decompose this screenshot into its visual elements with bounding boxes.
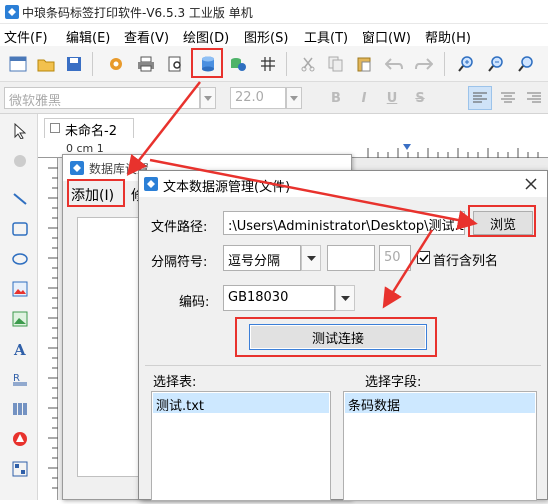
- format-toolbar: 微软雅黑 22.0 B I U S: [0, 82, 548, 114]
- table-list-item[interactable]: 测试.txt: [153, 393, 329, 414]
- rich-text-tool-icon[interactable]: R: [9, 368, 31, 390]
- app-logo-icon: [70, 161, 84, 175]
- shape-tool-icon[interactable]: [9, 428, 31, 450]
- app-logo-icon: [5, 5, 19, 19]
- bold-button[interactable]: B: [326, 88, 346, 108]
- qrcode-tool-icon[interactable]: [9, 458, 31, 480]
- window-title: 中琅条码标签打印软件-V6.5.3 工业版 单机: [22, 6, 253, 20]
- text-tool-icon[interactable]: A: [9, 338, 31, 360]
- zoom-in-icon[interactable]: [454, 52, 478, 76]
- rotate-tool-icon[interactable]: [9, 150, 31, 172]
- chevron-down-icon[interactable]: [200, 87, 216, 109]
- print-preview-icon[interactable]: [164, 52, 188, 76]
- copy-icon[interactable]: [324, 52, 348, 76]
- strikethrough-button[interactable]: S: [410, 88, 430, 108]
- menu-window[interactable]: 窗口(W): [362, 27, 411, 46]
- chevron-down-icon[interactable]: [301, 245, 321, 271]
- image-tool-icon[interactable]: [9, 278, 31, 300]
- close-icon[interactable]: [525, 178, 537, 190]
- main-toolbar: [0, 46, 548, 82]
- file-path-input[interactable]: :\Users\Administrator\Desktop\测试.txt: [223, 211, 465, 235]
- paste-icon[interactable]: [352, 52, 376, 76]
- barcode-tool-icon[interactable]: [9, 398, 31, 420]
- app-logo-icon: [144, 177, 158, 191]
- title-bar: 中琅条码标签打印软件-V6.5.3 工业版 单机: [0, 0, 548, 24]
- separator-label: 分隔符号:: [151, 255, 208, 270]
- save-icon[interactable]: [62, 52, 86, 76]
- database-refresh-icon[interactable]: [226, 52, 250, 76]
- custom-separator-input[interactable]: [327, 245, 375, 271]
- underline-button[interactable]: U: [382, 88, 402, 108]
- menu-bar: 文件(F) 编辑(E) 查看(V) 绘图(D) 图形(S) 工具(T) 窗口(W…: [0, 24, 548, 46]
- encoding-label: 编码:: [179, 295, 210, 310]
- settings-gear-icon[interactable]: [104, 52, 128, 76]
- divider: [145, 365, 541, 366]
- document-tab[interactable]: 未命名-2: [44, 118, 134, 139]
- test-connection-highlight-box: [235, 317, 437, 357]
- italic-button[interactable]: I: [354, 88, 374, 108]
- menu-tools[interactable]: 工具(T): [304, 27, 348, 46]
- font-size-select[interactable]: 22.0: [230, 87, 286, 109]
- browse-highlight-box: [468, 205, 536, 237]
- separator-count-input[interactable]: 50: [379, 245, 411, 271]
- text-dialog-title-bar: 文本数据源管理(文件): [139, 171, 547, 197]
- picture-tool-icon[interactable]: [9, 308, 31, 330]
- chevron-down-icon[interactable]: [335, 285, 355, 311]
- zoom-fit-icon[interactable]: [514, 52, 538, 76]
- rectangle-tool-icon[interactable]: [9, 218, 31, 240]
- menu-help[interactable]: 帮助(H): [425, 27, 471, 46]
- menu-shape[interactable]: 图形(S): [244, 27, 288, 46]
- field-listbox[interactable]: 条码数据: [343, 391, 537, 501]
- cut-icon[interactable]: [296, 52, 320, 76]
- select-field-label: 选择字段:: [365, 375, 422, 390]
- menu-draw[interactable]: 绘图(D): [183, 27, 229, 46]
- open-folder-icon[interactable]: [34, 52, 58, 76]
- database-list[interactable]: [77, 217, 141, 477]
- font-name-select[interactable]: 微软雅黑: [4, 87, 200, 109]
- menu-view[interactable]: 查看(V): [124, 27, 169, 46]
- zoom-out-icon[interactable]: [484, 52, 508, 76]
- line-tool-icon[interactable]: [9, 188, 31, 210]
- redo-icon[interactable]: [412, 52, 436, 76]
- document-icon: [50, 123, 60, 133]
- print-icon[interactable]: [134, 52, 158, 76]
- align-right-icon[interactable]: [524, 88, 544, 108]
- pointer-icon[interactable]: [9, 120, 31, 142]
- file-path-label: 文件路径:: [151, 220, 208, 235]
- ellipse-tool-icon[interactable]: [9, 248, 31, 270]
- header-checkbox[interactable]: [417, 251, 430, 264]
- undo-icon[interactable]: [382, 52, 406, 76]
- text-datasource-dialog: 文本数据源管理(文件) 文件路径: :\Users\Administrator\…: [138, 170, 548, 501]
- toolbar-divider: [286, 52, 287, 76]
- new-file-icon[interactable]: [6, 52, 30, 76]
- separator-select[interactable]: 逗号分隔: [223, 245, 301, 271]
- grid-icon[interactable]: [256, 52, 280, 76]
- left-toolbox: A R: [0, 114, 38, 500]
- vertical-ruler: [38, 158, 58, 500]
- toolbar-divider: [92, 52, 93, 76]
- add-highlight-box: [67, 179, 125, 207]
- menu-file[interactable]: 文件(F): [4, 27, 48, 46]
- database-highlight-box: [191, 48, 223, 78]
- header-checkbox-label: 首行含列名: [433, 254, 499, 269]
- menu-edit[interactable]: 编辑(E): [66, 27, 110, 46]
- encoding-select[interactable]: GB18030: [223, 285, 335, 311]
- svg-text:A: A: [13, 341, 26, 357]
- svg-text:R: R: [13, 373, 20, 384]
- chevron-down-icon[interactable]: [286, 87, 302, 109]
- select-table-label: 选择表:: [153, 375, 197, 390]
- document-tab-label: 未命名-2: [65, 124, 117, 139]
- text-dialog-title: 文本数据源管理(文件): [163, 180, 291, 195]
- toolbar-divider: [444, 52, 445, 76]
- table-listbox[interactable]: 测试.txt: [151, 391, 331, 501]
- align-center-icon[interactable]: [498, 88, 518, 108]
- align-left-icon[interactable]: [468, 86, 492, 110]
- field-list-item[interactable]: 条码数据: [345, 393, 535, 414]
